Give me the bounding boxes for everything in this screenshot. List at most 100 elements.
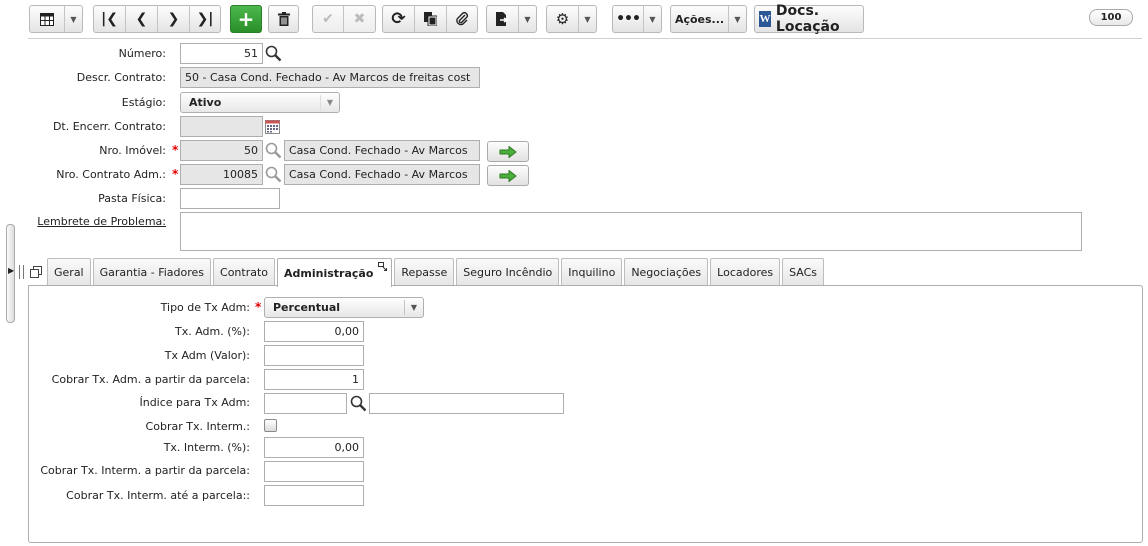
acoes-button[interactable]: Ações... <box>671 6 729 32</box>
export-group: ▼ <box>486 5 537 33</box>
check-icon: ✔ <box>322 11 334 27</box>
estagio-label: Estágio: <box>121 96 166 109</box>
descr-contrato-field[interactable]: 50 - Casa Cond. Fechado - Av Marcos de f… <box>180 67 480 88</box>
tab-negociacoes[interactable]: Negociações <box>624 258 709 285</box>
duplicate-button[interactable] <box>415 6 447 32</box>
delete-button[interactable] <box>269 6 298 32</box>
word-icon: W <box>759 11 771 27</box>
record-actions-group: ⟳ <box>382 5 478 33</box>
arrow-right-icon <box>499 145 517 158</box>
nro-contrato-adm-label: Nro. Contrato Adm.: <box>56 168 166 181</box>
tx-adm-pct-label: Tx. Adm. (%): <box>175 325 250 338</box>
cobrar-tx-interm-ate-field[interactable] <box>264 485 364 506</box>
settings-dropdown[interactable]: ▼ <box>579 6 596 32</box>
confirm-button[interactable]: ✔ <box>313 6 344 32</box>
settings-button[interactable]: ⚙ <box>547 6 579 32</box>
dt-encerr-field[interactable] <box>180 116 263 137</box>
zoom-level-value: 100 <box>1100 12 1122 23</box>
export-button[interactable] <box>487 6 519 32</box>
tx-adm-valor-field[interactable] <box>264 345 364 366</box>
tx-interm-pct-label: Tx. Interm. (%): <box>163 441 250 454</box>
nro-contrato-adm-go-button[interactable] <box>487 165 529 186</box>
chevron-down-icon: ▼ <box>320 95 339 110</box>
export-icon <box>496 12 509 26</box>
more-group: ••• ▼ <box>612 5 662 33</box>
tipo-tx-adm-select[interactable]: Percentual ▼ <box>264 297 424 318</box>
first-record-button[interactable]: |❮ <box>94 6 126 32</box>
docs-locacao-button[interactable]: W Docs. Locação <box>755 3 863 35</box>
chevron-down-icon: ▼ <box>404 300 423 315</box>
indice-search-icon[interactable] <box>350 395 367 412</box>
lembrete-label[interactable]: Lembrete de Problema: <box>37 215 166 228</box>
lembrete-textarea[interactable] <box>180 212 1082 251</box>
cobrar-tx-interm-checkbox[interactable] <box>264 419 277 432</box>
estagio-select[interactable]: Ativo ▼ <box>180 92 340 113</box>
cobrar-tx-interm-parcela-field[interactable] <box>264 461 364 482</box>
last-record-button[interactable]: ❯| <box>190 6 220 32</box>
refresh-icon: ⟳ <box>391 9 406 29</box>
pasta-fisica-field[interactable] <box>180 188 280 209</box>
calendar-icon[interactable] <box>265 120 280 134</box>
resize-grip-icon[interactable] <box>19 265 24 279</box>
tab-contrato[interactable]: Contrato <box>213 258 276 285</box>
tab-administracao[interactable]: Administração <box>277 258 393 287</box>
grid-view-button[interactable] <box>30 6 65 32</box>
zoom-level[interactable]: 100 <box>1089 9 1133 26</box>
cancel-button[interactable]: ✖ <box>344 6 375 32</box>
restore-window-icon[interactable] <box>30 266 42 278</box>
cobrar-tx-adm-parcela-label: Cobrar Tx. Adm. a partir da parcela: <box>51 373 250 386</box>
next-icon: ❯ <box>167 11 180 27</box>
more-button[interactable]: ••• <box>613 6 644 32</box>
grid-icon <box>40 12 54 26</box>
nro-imovel-search-icon[interactable] <box>265 142 282 159</box>
indice-tx-adm-field[interactable] <box>264 393 347 414</box>
numero-search-icon[interactable] <box>265 45 282 62</box>
descr-contrato-label: Descr. Contrato: <box>76 71 166 84</box>
next-record-button[interactable]: ❯ <box>158 6 190 32</box>
add-button[interactable]: + <box>231 6 261 32</box>
tab-geral[interactable]: Geral <box>47 258 91 285</box>
plus-icon: + <box>237 7 255 31</box>
tx-interm-pct-field[interactable]: 0,00 <box>264 437 364 458</box>
more-dropdown[interactable]: ▼ <box>644 6 661 32</box>
nro-contrato-adm-field[interactable]: 10085 <box>180 164 263 185</box>
indice-tx-adm-description[interactable] <box>369 393 564 414</box>
cobrar-tx-adm-parcela-field[interactable]: 1 <box>264 369 364 390</box>
tx-adm-pct-field[interactable]: 0,00 <box>264 321 364 342</box>
nro-imovel-field[interactable]: 50 <box>180 140 263 161</box>
nro-imovel-required-marker: * <box>172 143 179 157</box>
nro-contrato-adm-search-icon[interactable] <box>265 166 282 183</box>
attach-button[interactable] <box>447 6 477 32</box>
expand-arrow-icon[interactable]: ▶ <box>8 266 14 275</box>
dt-encerr-label: Dt. Encerr. Contrato: <box>52 120 166 133</box>
delete-group <box>268 5 299 33</box>
tipo-tx-adm-required-marker: * <box>255 300 262 314</box>
nro-imovel-go-button[interactable] <box>487 141 529 162</box>
nro-imovel-label: Nro. Imóvel: <box>99 144 166 157</box>
export-dropdown[interactable]: ▼ <box>519 6 536 32</box>
tab-locadores[interactable]: Locadores <box>710 258 781 285</box>
nro-contrato-adm-description[interactable]: Casa Cond. Fechado - Av Marcos <box>284 164 480 185</box>
nro-contrato-adm-required-marker: * <box>172 167 179 181</box>
tipo-tx-adm-label: Tipo de Tx Adm: <box>160 301 250 314</box>
tab-garantia-fiadores[interactable]: Garantia - Fiadores <box>92 258 212 285</box>
add-group: + <box>230 5 262 33</box>
first-icon: |❮ <box>101 11 118 27</box>
popout-icon[interactable] <box>378 262 388 271</box>
copy-icon <box>424 12 437 26</box>
grid-view-dropdown[interactable]: ▼ <box>65 6 82 32</box>
more-icon: ••• <box>616 11 641 27</box>
refresh-button[interactable]: ⟳ <box>383 6 415 32</box>
tab-sacs[interactable]: SACs <box>782 258 825 285</box>
tab-repasse[interactable]: Repasse <box>394 258 455 285</box>
grid-view-group: ▼ <box>29 5 83 33</box>
previous-record-button[interactable]: ❮ <box>126 6 158 32</box>
nro-imovel-description[interactable]: Casa Cond. Fechado - Av Marcos <box>284 140 480 161</box>
tab-inquilino[interactable]: Inquilino <box>561 258 623 285</box>
numero-field[interactable]: 51 <box>180 43 263 64</box>
acoes-dropdown[interactable]: ▼ <box>729 6 746 32</box>
cobrar-tx-interm-parcela-label: Cobrar Tx. Interm. a partir da parcela: <box>40 464 250 477</box>
numero-label: Número: <box>118 47 166 60</box>
tab-seguro-incendio[interactable]: Seguro Incêndio <box>456 258 560 285</box>
administracao-panel <box>28 285 1143 543</box>
